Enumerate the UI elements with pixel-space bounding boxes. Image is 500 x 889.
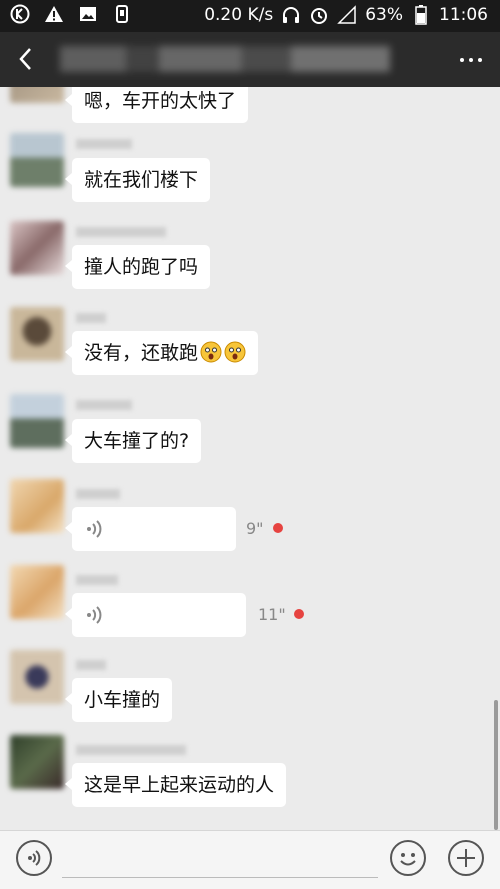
more-icon[interactable] [460, 58, 482, 62]
sender-name-redacted [76, 575, 118, 585]
sender-name-redacted [76, 313, 106, 323]
signal-icon [337, 5, 357, 25]
image-icon [78, 4, 98, 24]
sender-name-redacted [76, 227, 166, 237]
scrollbar[interactable] [494, 700, 498, 830]
battery-icon [411, 5, 431, 25]
unread-dot [273, 523, 283, 533]
voice-icon[interactable] [16, 840, 52, 876]
back-icon[interactable] [12, 44, 42, 74]
voice-message[interactable] [65, 593, 246, 637]
avatar[interactable] [10, 650, 64, 704]
alarm-icon [309, 5, 329, 25]
avatar[interactable] [10, 307, 64, 361]
avatar[interactable] [10, 221, 64, 275]
shocked-emoji-icon [224, 341, 246, 363]
avatar[interactable] [10, 87, 64, 103]
status-bar: 0.20 K/s 63% 11:06 [0, 0, 500, 32]
message-bubble[interactable]: 嗯，车开的太快了 [64, 87, 249, 123]
avatar[interactable] [10, 735, 64, 789]
sender-name-redacted [76, 400, 132, 410]
message-bubble[interactable]: 就在我们楼下 [64, 158, 211, 202]
clock: 11:06 [439, 5, 488, 25]
k-app-icon [10, 4, 30, 24]
chat-title-redacted [60, 46, 390, 72]
voice-wave-icon [87, 520, 102, 538]
phone-icon [112, 4, 132, 24]
battery-percent: 63% [365, 5, 403, 25]
voice-duration: 11" [258, 605, 286, 624]
emoji-icon[interactable] [390, 840, 426, 876]
message-bubble[interactable]: 小车撞的 [64, 678, 173, 722]
unread-dot [294, 609, 304, 619]
message-text: 没有，还敢跑 [84, 342, 199, 364]
avatar[interactable] [10, 479, 64, 533]
sender-name-redacted [76, 139, 132, 149]
message-bubble[interactable]: 大车撞了的? [64, 419, 202, 463]
voice-wave-icon [87, 606, 102, 624]
avatar[interactable] [10, 133, 64, 187]
input-bar [0, 830, 500, 889]
message-bubble[interactable]: 这是早上起来运动的人 [64, 763, 287, 807]
voice-message[interactable] [65, 507, 236, 551]
avatar[interactable] [10, 565, 64, 619]
add-icon[interactable] [448, 840, 484, 876]
shocked-emoji-icon [200, 341, 222, 363]
sender-name-redacted [76, 489, 120, 499]
voice-duration: 9" [246, 519, 264, 538]
headphones-icon [281, 5, 301, 25]
message-input[interactable] [62, 841, 378, 878]
network-speed: 0.20 K/s [204, 5, 274, 25]
message-bubble[interactable]: 撞人的跑了吗 [64, 245, 211, 289]
sender-name-redacted [76, 660, 106, 670]
avatar[interactable] [10, 394, 64, 448]
message-list[interactable]: 嗯，车开的太快了 就在我们楼下 撞人的跑了吗 没有，还敢跑 大车撞了的? 9" … [0, 87, 500, 830]
sender-name-redacted [76, 745, 186, 755]
message-bubble[interactable]: 没有，还敢跑 [64, 331, 259, 375]
chat-header [0, 32, 500, 87]
warning-icon [44, 4, 64, 24]
